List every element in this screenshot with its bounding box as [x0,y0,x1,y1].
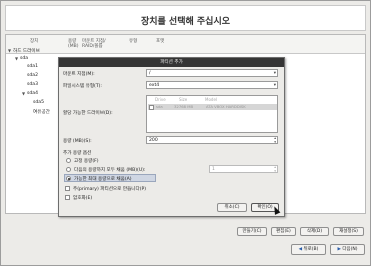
drive-list-header: Drive Size Model [147,97,277,103]
device-cell: sda3 [27,82,39,87]
additional-size-options: 추가 용량 옵션 고정 용량(F) 다음의 용량까지 모두 채움 (MB)(U)… [63,150,278,190]
expander-icon[interactable]: ▼ [15,56,18,61]
size-label: 용량 (MB)(S): [63,139,92,144]
drive-model: ATA VBOX HARDDISK [206,104,246,109]
fill-max-radio[interactable] [66,175,71,181]
expander-icon[interactable]: ▼ [8,48,11,53]
arrow-right-icon: ▶ [337,247,341,252]
edit-button[interactable]: 편집(E) [271,227,296,236]
fixed-size-radio[interactable] [66,158,71,163]
chevron-down-icon: ▾ [273,83,276,88]
fill-max-label: 가능한 최대 용량으로 채움(A) [74,176,132,182]
header-banner: 장치를 선택해 주십시오 [5,5,366,31]
chevron-down-icon: ▾ [273,71,276,76]
ok-label: 확인(O) [257,205,273,210]
drives-label: 할당 가능한 드라이브(D): [63,111,113,116]
column-header-format[interactable]: 포맷 [156,39,164,44]
column-header-type[interactable]: 유형 [129,39,137,44]
device-cell: sda2 [27,73,39,78]
back-button[interactable]: ◀ 뒤로(B) [291,244,326,255]
device-cell: sda5 [33,100,45,105]
mount-point-label: 마운트 지점(M): [63,72,95,77]
add-partition-dialog: 파티션 추가 마운트 지점(M): / ▾ 파일시스템 유형(T): ext4 … [58,57,285,217]
fs-type-label: 파일시스템 유형(T): [63,84,102,89]
cancel-label: 취소(C) [224,205,240,210]
drive-header-size: Size [179,97,188,102]
mount-point-value: / [149,71,151,76]
expander-icon[interactable]: ▼ [22,91,25,96]
fixed-size-label: 고정 용량(F) [74,159,99,164]
page-title: 장치를 선택해 주십시오 [140,17,231,27]
fill-to-size-radio[interactable] [66,167,71,172]
back-label: 뒤로(B) [303,247,319,252]
fill-to-size-input[interactable]: 1 ▴ ▾ [209,165,278,173]
spin-arrows-icon[interactable]: ▴ ▾ [274,165,276,173]
size-spinbox[interactable]: 200 ▴ ▾ [146,136,278,144]
device-cell: sda4 [27,91,39,96]
dialog-title: 파티션 추가 [59,58,284,67]
size-value: 200 [149,138,158,143]
create-label: 만들기(C) [242,229,262,234]
encrypt-checkbox[interactable] [65,195,70,200]
fs-type-value: ext4 [149,83,160,88]
drive-checkbox[interactable] [149,104,154,110]
drive-header-model: Model [205,97,218,102]
drive-name: sda [156,104,163,109]
drive-list[interactable]: Drive Size Model sda 32768 MB ATA VBOX H… [146,95,278,133]
fs-type-combo[interactable]: ext4 ▾ [146,81,278,89]
encrypt-label: 암호화(E) [73,196,93,201]
arrow-left-icon: ◀ [298,247,303,252]
reset-button[interactable]: 재설정(S) [333,227,364,236]
tree-row-group[interactable]: ▼ 하드 드라이브 [6,47,126,55]
delete-button[interactable]: 삭제(D) [300,227,329,236]
edit-label: 편집(E) [276,229,291,234]
options-title: 추가 용량 옵션 [63,151,92,156]
disk-label: sda [20,56,29,61]
fill-to-size-value: 1 [212,167,215,172]
delete-label: 삭제(D) [306,229,323,234]
primary-partition-label: 주(primary) 파티션으로 만듭니다(P) [73,187,147,192]
drive-header-drive: Drive [155,97,166,102]
create-button[interactable]: 만들기(C) [237,227,267,236]
group-label: 하드 드라이브 [13,49,40,54]
drive-row[interactable]: sda 32768 MB ATA VBOX HARDDISK [148,104,277,110]
reset-label: 재설정(S) [339,229,358,234]
next-button[interactable]: ▶ 다음(N) [330,244,365,255]
device-cell: sda1 [27,64,39,69]
device-cell: 여유공간 [33,110,50,115]
next-label: 다음(N) [342,247,358,252]
cancel-button[interactable]: 취소(C) [217,203,247,212]
installer-screen: 장치를 선택해 주십시오 장치 용량 (MB) 마운트 지점/ RAID/볼륨 … [0,0,371,266]
mount-point-combo[interactable]: / ▾ [146,69,278,77]
drive-size: 32768 MB [174,104,194,109]
fill-to-size-label: 다음의 용량까지 모두 채움 (MB)(U): [74,168,146,173]
column-header-device[interactable]: 장치 [30,39,38,44]
primary-partition-checkbox[interactable] [65,186,70,191]
spin-arrows-icon[interactable]: ▴ ▾ [274,136,276,144]
